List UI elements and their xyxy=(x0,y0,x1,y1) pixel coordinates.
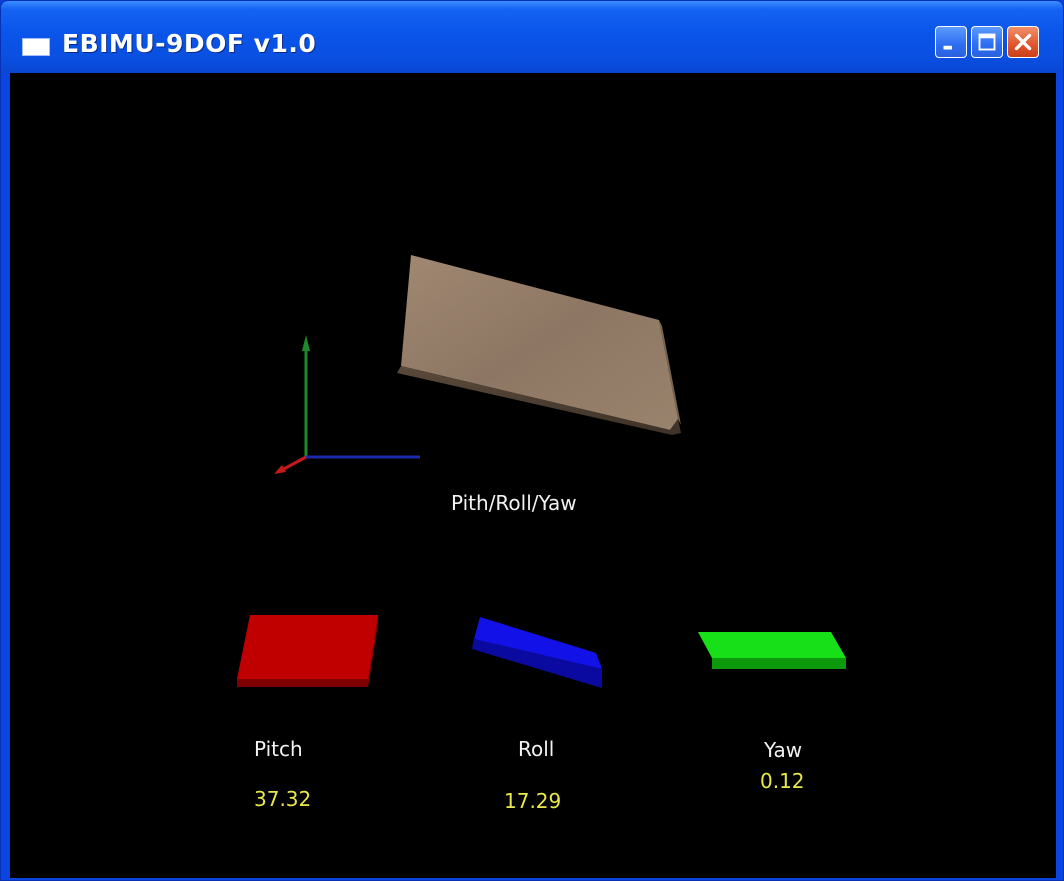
axes-gizmo xyxy=(274,335,420,474)
minimize-button[interactable] xyxy=(935,26,967,58)
app-icon xyxy=(22,38,50,56)
yaw-label: Yaw xyxy=(764,738,803,762)
imu-board-model xyxy=(397,255,681,435)
maximize-icon xyxy=(978,33,996,51)
title-bar[interactable]: EBIMU-9DOF v1.0 xyxy=(1,1,1063,73)
z-axis-arrow xyxy=(274,465,286,474)
y-axis-arrow xyxy=(302,335,310,351)
pitch-value: 37.32 xyxy=(254,787,312,811)
roll-label: Roll xyxy=(518,737,555,761)
minimize-icon xyxy=(943,45,952,50)
pitch-indicator xyxy=(237,615,378,687)
yaw-value: 0.12 xyxy=(760,769,805,793)
maximize-button[interactable] xyxy=(971,26,1003,58)
close-icon xyxy=(1014,33,1032,51)
window-title: EBIMU-9DOF v1.0 xyxy=(62,29,317,58)
roll-value: 17.29 xyxy=(504,789,562,813)
close-button[interactable] xyxy=(1007,26,1039,58)
render-viewport[interactable]: Pith/Roll/Yaw Pitch 37.32 Roll 17.29 Yaw… xyxy=(10,73,1056,878)
roll-indicator xyxy=(472,617,602,688)
app-window: EBIMU-9DOF v1.0 Pith/Roll/Yaw Pitch 37.3… xyxy=(0,0,1064,881)
pitch-label: Pitch xyxy=(254,737,303,761)
yaw-indicator xyxy=(698,632,846,669)
scene-caption: Pith/Roll/Yaw xyxy=(451,491,577,515)
